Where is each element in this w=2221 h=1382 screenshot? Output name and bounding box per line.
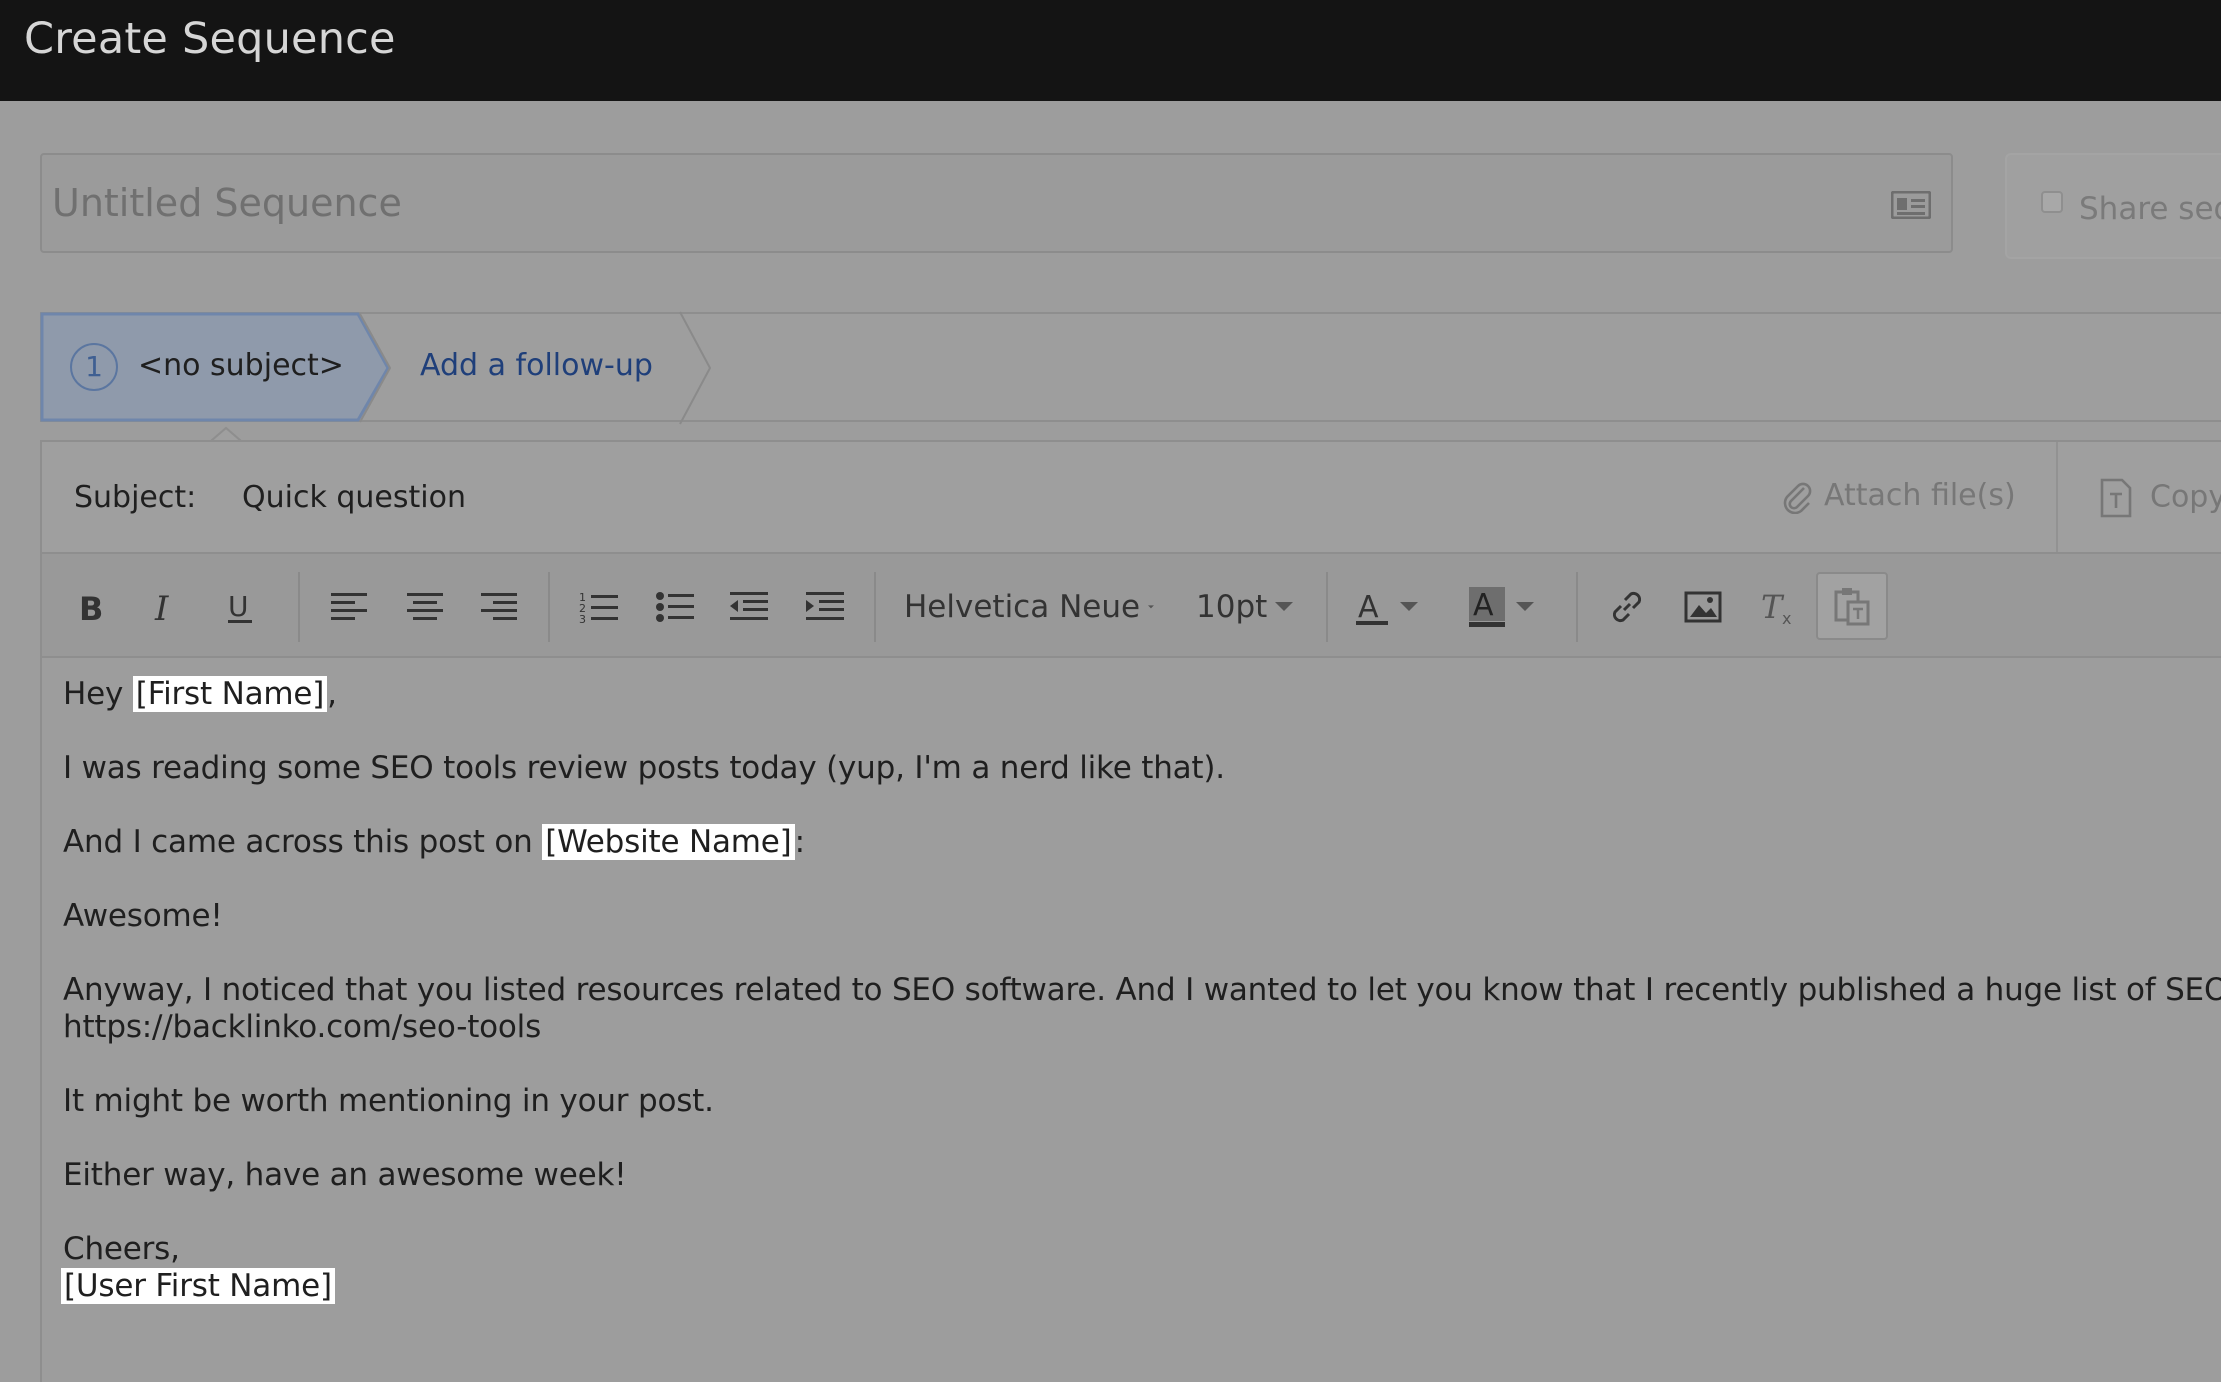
toolbar-divider bbox=[298, 572, 300, 642]
font-size-value: 10pt bbox=[1196, 589, 1268, 625]
indent-icon bbox=[806, 592, 844, 620]
body-line-7: Either way, have an awesome week! bbox=[63, 1157, 627, 1193]
indent-button[interactable] bbox=[802, 578, 848, 636]
line3-colon: : bbox=[794, 824, 805, 860]
background-color-button[interactable]: A bbox=[1468, 578, 1548, 636]
svg-text:x: x bbox=[1782, 609, 1791, 626]
greeting-text: Hey bbox=[63, 676, 124, 712]
bullet-list-button[interactable] bbox=[652, 578, 698, 636]
bold-button[interactable]: B bbox=[70, 578, 110, 636]
numbered-list-icon: 123 bbox=[579, 591, 618, 624]
subject-input[interactable]: Quick question bbox=[242, 480, 466, 515]
font-family-value: Helvetica Neue bbox=[904, 589, 1141, 625]
page-title: Create Sequence bbox=[24, 14, 396, 64]
email-body-editor[interactable]: Hey [First Name], I was reading some SEO… bbox=[40, 658, 2221, 1382]
share-checkbox[interactable] bbox=[2041, 191, 2063, 213]
svg-text:A: A bbox=[1358, 590, 1379, 625]
body-line-6: It might be worth mentioning in your pos… bbox=[63, 1083, 714, 1119]
align-right-button[interactable] bbox=[476, 578, 522, 636]
title-bar: Create Sequence bbox=[0, 0, 2221, 101]
chevron-down-icon bbox=[1275, 602, 1294, 611]
body-signoff: Cheers, bbox=[63, 1231, 180, 1267]
paste-button[interactable] bbox=[1816, 572, 1888, 640]
insert-image-button[interactable] bbox=[1680, 578, 1726, 636]
paste-icon bbox=[1834, 588, 1870, 626]
body-line-3: And I came across this post on [Website … bbox=[63, 824, 805, 860]
subject-divider bbox=[2056, 442, 2058, 554]
chevron-down-icon bbox=[1516, 602, 1534, 611]
share-sequence-option[interactable]: Share seq bbox=[2005, 153, 2221, 259]
add-follow-up-link[interactable]: Add a follow-up bbox=[420, 348, 653, 383]
svg-text:I: I bbox=[154, 590, 169, 624]
body-signature: [User First Name] bbox=[61, 1268, 335, 1304]
copy-label: Copy bbox=[2150, 479, 2221, 515]
toolbar-divider bbox=[548, 572, 550, 642]
subject-label: Subject: bbox=[74, 480, 197, 515]
body-line-5b-url: https://backlinko.com/seo-tools bbox=[63, 1009, 542, 1045]
underline-button[interactable]: U bbox=[220, 578, 260, 636]
editor-toolbar: B I U 123 Helvetica Neue 10pt A A T x bbox=[40, 552, 2221, 658]
svg-text:U: U bbox=[228, 590, 249, 623]
attach-files-label: Attach file(s) bbox=[1824, 478, 2016, 513]
align-right-icon bbox=[481, 593, 517, 620]
chevron-down-icon bbox=[1148, 605, 1154, 609]
toolbar-divider bbox=[1576, 572, 1578, 642]
sequence-name-placeholder: Untitled Sequence bbox=[52, 181, 402, 225]
body-line-5a: Anyway, I noticed that you listed resour… bbox=[63, 972, 2221, 1008]
document-icon bbox=[2100, 478, 2132, 518]
toolbar-divider bbox=[874, 572, 876, 642]
step-number-badge[interactable]: 1 bbox=[70, 343, 118, 391]
align-center-icon bbox=[407, 593, 443, 620]
align-left-button[interactable] bbox=[326, 578, 372, 636]
text-color-icon: A bbox=[1356, 590, 1388, 625]
svg-text:A: A bbox=[1473, 588, 1494, 623]
outdent-button[interactable] bbox=[726, 578, 772, 636]
align-left-icon bbox=[331, 593, 367, 620]
merge-tag-first-name[interactable]: [First Name] bbox=[132, 676, 328, 712]
greeting-comma: , bbox=[327, 676, 337, 712]
align-center-button[interactable] bbox=[402, 578, 448, 636]
bullet-list-icon bbox=[656, 592, 694, 622]
merge-tag-user-first-name[interactable]: [User First Name] bbox=[61, 1268, 335, 1304]
link-icon bbox=[1612, 591, 1642, 623]
body-line-2: I was reading some SEO tools review post… bbox=[63, 750, 1225, 786]
toolbar-divider bbox=[1326, 572, 1328, 642]
share-label: Share seq bbox=[2079, 191, 2221, 227]
insert-link-button[interactable] bbox=[1604, 578, 1650, 636]
svg-text:3: 3 bbox=[579, 613, 586, 624]
copy-button[interactable]: Copy bbox=[2100, 478, 2221, 518]
italic-button[interactable]: I bbox=[144, 578, 184, 636]
paperclip-icon bbox=[1783, 482, 1812, 514]
subject-row: Subject: Quick question Attach file(s) C… bbox=[40, 440, 2221, 554]
image-icon bbox=[1684, 591, 1722, 623]
sequence-name-input[interactable]: Untitled Sequence bbox=[40, 153, 1953, 253]
font-size-dropdown[interactable]: 10pt bbox=[1196, 578, 1296, 636]
clear-format-icon: Tx bbox=[1761, 588, 1791, 626]
clear-format-button[interactable]: Tx bbox=[1754, 578, 1800, 636]
body-line-greeting: Hey [First Name], bbox=[63, 676, 337, 712]
contact-card-icon[interactable] bbox=[1890, 190, 1932, 224]
step-1-tab[interactable]: <no subject> bbox=[138, 348, 344, 383]
svg-text:B: B bbox=[79, 590, 103, 624]
body-line-4: Awesome! bbox=[63, 898, 223, 934]
bold-icon: B bbox=[79, 590, 103, 624]
merge-tag-website-name[interactable]: [Website Name] bbox=[542, 824, 795, 860]
chevron-down-icon bbox=[1400, 602, 1418, 611]
background-color-icon: A bbox=[1469, 587, 1505, 627]
text-color-button[interactable]: A bbox=[1354, 578, 1430, 636]
attach-files-button[interactable]: Attach file(s) bbox=[1782, 478, 2016, 514]
line3-text: And I came across this post on bbox=[63, 824, 533, 860]
outdent-icon bbox=[730, 592, 768, 620]
font-family-dropdown[interactable]: Helvetica Neue bbox=[904, 578, 1154, 636]
underline-icon: U bbox=[228, 590, 252, 623]
numbered-list-button[interactable]: 123 bbox=[576, 578, 622, 636]
italic-icon: I bbox=[154, 590, 169, 624]
